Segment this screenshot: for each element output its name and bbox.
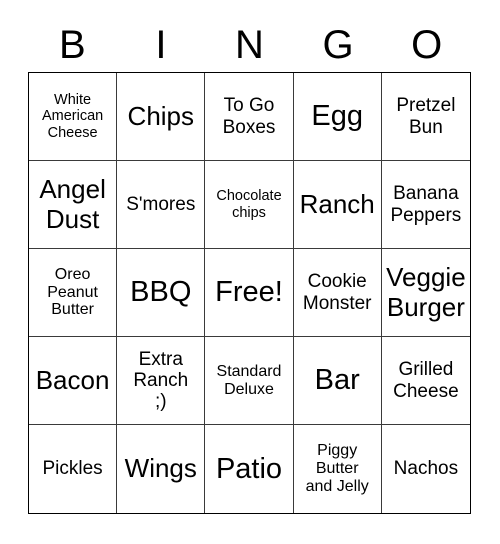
bingo-cell[interactable]: Bar (293, 337, 382, 425)
bingo-cell-label: S'mores (126, 193, 196, 215)
bingo-cell-label: Standard Deluxe (216, 362, 282, 398)
bingo-cell[interactable]: Pickles (29, 425, 118, 513)
bingo-header-letter-b: B (58, 23, 86, 67)
bingo-cell-label: Patio (215, 452, 283, 485)
bingo-cell[interactable]: Banana Peppers (381, 161, 470, 249)
bingo-cell[interactable]: Pretzel Bun (381, 73, 470, 161)
bingo-cell-label: Chips (127, 100, 195, 131)
bingo-cell-label: White American Cheese (41, 92, 104, 141)
bingo-header-letter-g: G (322, 23, 354, 67)
bingo-header-row: B I N G O (28, 18, 471, 72)
bingo-grid: White American Cheese Chips To Go Boxes Egg… (28, 72, 471, 514)
bingo-cell-label: Cookie Monster (302, 271, 372, 314)
bingo-cell-label: Pickles (42, 458, 103, 480)
bingo-cell[interactable]: Extra Ranch ;) (117, 337, 206, 425)
bingo-cell-label: Bacon (35, 364, 110, 395)
bingo-cell-label: Banana Peppers (390, 183, 462, 226)
bingo-cell[interactable]: BBQ (117, 249, 206, 337)
bingo-cell-label: Nachos (393, 458, 459, 480)
bingo-cell-label: Extra Ranch ;) (133, 348, 189, 413)
bingo-cell[interactable]: Grilled Cheese (381, 337, 470, 425)
bingo-cell[interactable]: Cookie Monster (293, 249, 382, 337)
bingo-cell[interactable]: Piggy Butter and Jelly (293, 425, 382, 513)
bingo-header-letter-i: I (155, 23, 167, 67)
bingo-cell-label: Ranch (299, 188, 375, 219)
bingo-cell-label: Grilled Cheese (393, 359, 459, 402)
bingo-cell[interactable]: To Go Boxes (205, 73, 294, 161)
bingo-cell-label: Wings (124, 453, 197, 484)
bingo-cell[interactable]: Angel Dust (29, 161, 118, 249)
bingo-cell[interactable]: Patio (205, 425, 294, 513)
bingo-cell-label: Pretzel Bun (396, 95, 456, 138)
bingo-cell[interactable]: White American Cheese (29, 73, 118, 161)
bingo-cell-label: To Go Boxes (222, 95, 276, 138)
bingo-cell[interactable]: Chips (117, 73, 206, 161)
bingo-cell-label: Egg (311, 100, 363, 133)
bingo-cell-label: Piggy Butter and Jelly (305, 442, 369, 495)
bingo-cell-label: Angel Dust (39, 174, 106, 234)
bingo-cell-label: Chocolate chips (216, 188, 282, 221)
bingo-cell[interactable]: Oreo Peanut Butter (29, 249, 118, 337)
bingo-cell[interactable]: S'mores (117, 161, 206, 249)
bingo-cell[interactable]: Bacon (29, 337, 118, 425)
bingo-header-letter-n: N (235, 23, 264, 67)
bingo-cell[interactable]: Ranch (293, 161, 382, 249)
bingo-card: B I N G O White American Cheese Chips To G… (0, 0, 500, 544)
bingo-cell[interactable]: Veggie Burger (381, 249, 470, 337)
bingo-cell-free-space[interactable]: Free! (205, 249, 294, 337)
bingo-cell[interactable]: Chocolate chips (205, 161, 294, 249)
bingo-cell-label: Bar (314, 364, 360, 397)
bingo-cell-label: BBQ (130, 276, 192, 309)
bingo-header-letter-o: O (411, 23, 443, 67)
bingo-cell[interactable]: Wings (117, 425, 206, 513)
bingo-cell-label: Oreo Peanut Butter (47, 265, 98, 319)
bingo-cell[interactable]: Nachos (381, 425, 470, 513)
bingo-cell-label: Veggie Burger (386, 262, 466, 322)
bingo-cell[interactable]: Egg (293, 73, 382, 161)
bingo-cell-label: Free! (215, 276, 283, 309)
bingo-cell[interactable]: Standard Deluxe (205, 337, 294, 425)
